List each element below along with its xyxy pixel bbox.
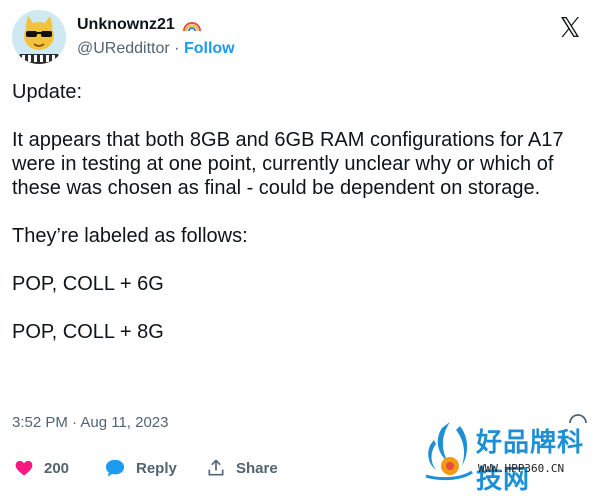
reply-label: Reply: [136, 459, 177, 477]
rainbow-icon: [182, 17, 202, 36]
heart-icon: [15, 460, 33, 476]
reply-button[interactable]: Reply: [104, 458, 177, 478]
tweet-text: Update: It appears that both 8GB and 6GB…: [12, 81, 564, 343]
like-count: 200: [44, 459, 70, 477]
display-name[interactable]: Unknownz21: [77, 16, 175, 34]
share-button[interactable]: Share: [206, 458, 278, 478]
like-button[interactable]: 200: [14, 458, 69, 478]
share-icon: [208, 459, 224, 476]
avatar-cat-icon: [12, 10, 66, 64]
author-info: Unknownz21 @UReddittor · Follow: [77, 16, 235, 58]
reply-bubble-icon: [105, 459, 125, 477]
handle-separator: ·: [174, 40, 180, 57]
x-logo-icon[interactable]: [558, 15, 582, 39]
watermark-brand: 好品牌科技网: [476, 427, 585, 494]
tweet-timestamp[interactable]: 3:52 PM · Aug 11, 2023: [12, 414, 169, 431]
share-label: Share: [236, 459, 278, 477]
tweet-header: Unknownz21 @UReddittor · Follow: [12, 10, 588, 66]
watermark-logo: [425, 422, 473, 481]
watermark-url: WWW.HPP360.CN: [478, 462, 565, 475]
avatar[interactable]: [12, 10, 66, 64]
handle[interactable]: @UReddittor: [77, 40, 170, 57]
watermark: 好品牌科技网 WWW.HPP360.CN: [420, 418, 598, 494]
follow-button[interactable]: Follow: [184, 40, 235, 57]
